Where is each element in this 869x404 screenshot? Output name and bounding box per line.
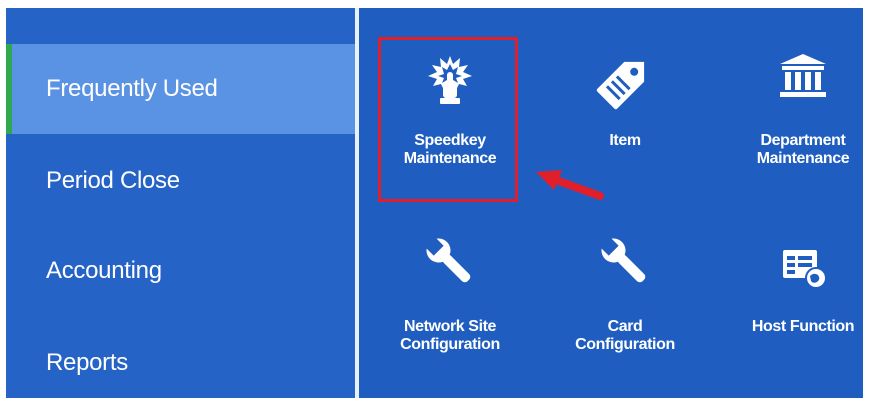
tile-label: Item <box>609 132 641 149</box>
wrench-icon <box>598 234 652 295</box>
sidebar-item-label: Reports <box>46 349 128 376</box>
tile-department-maintenance[interactable]: Department Maintenance <box>728 34 863 204</box>
tag-icon <box>594 50 656 117</box>
tile-label: Card Configuration <box>575 318 675 353</box>
sidebar-item-accounting[interactable]: Accounting <box>6 226 355 316</box>
tile-network-site-configuration[interactable]: Network Site Configuration <box>375 224 525 394</box>
arrow-annotation <box>530 168 610 209</box>
sidebar-item-label: Period Close <box>46 167 180 194</box>
sidebar-item-label: Accounting <box>46 257 162 284</box>
sidebar: Frequently Used Period Close Accounting … <box>6 8 355 398</box>
tile-label: Department Maintenance <box>756 132 850 167</box>
sidebar-item-label: Frequently Used <box>46 75 218 102</box>
sidebar-divider <box>355 8 359 398</box>
host-function-icon <box>779 246 827 295</box>
sidebar-item-reports[interactable]: Reports <box>6 318 355 398</box>
app-frame: Frequently Used Period Close Accounting … <box>6 8 863 398</box>
building-icon <box>778 52 828 103</box>
sidebar-item-period-close[interactable]: Period Close <box>6 136 355 226</box>
tile-host-function[interactable]: Host Function <box>728 224 863 394</box>
highlight-box <box>378 37 518 202</box>
wrench-icon <box>423 234 477 295</box>
tile-card-configuration[interactable]: Card Configuration <box>550 224 700 394</box>
tile-label: Host Function <box>751 318 855 335</box>
tile-label: Network Site Configuration <box>400 318 500 353</box>
sidebar-item-frequently-used[interactable]: Frequently Used <box>6 44 355 134</box>
